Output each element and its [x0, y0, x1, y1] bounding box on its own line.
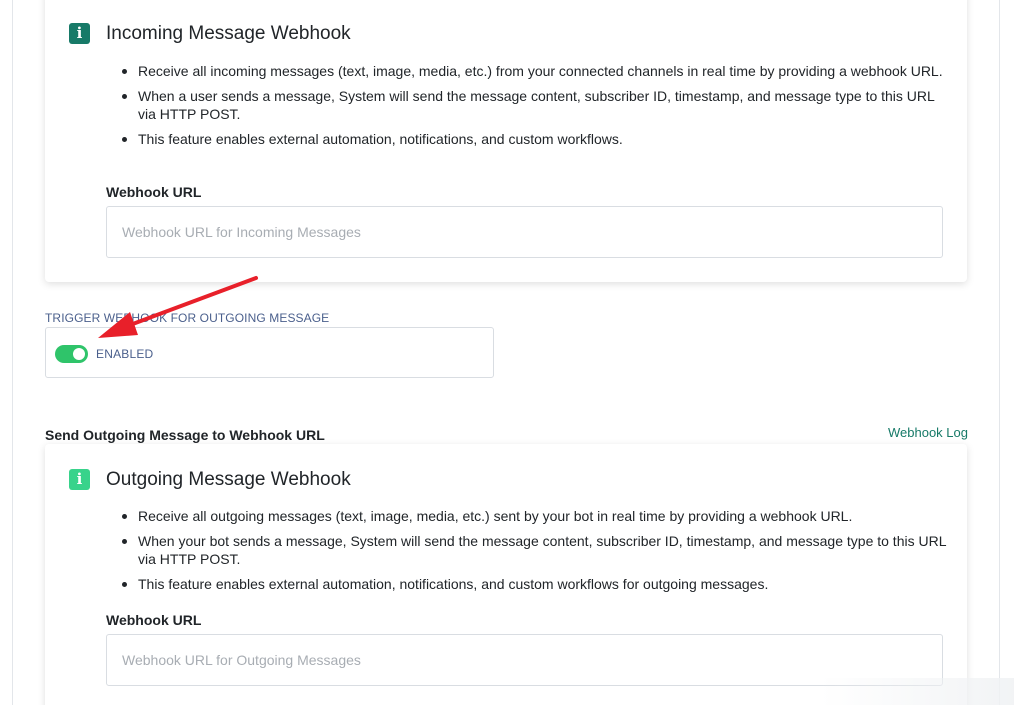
outgoing-webhook-card: i Outgoing Message Webhook Receive all o…: [45, 444, 967, 705]
card-title: Outgoing Message Webhook: [106, 469, 351, 490]
trigger-toggle-container: ENABLED: [45, 327, 494, 378]
incoming-webhook-url-input[interactable]: [106, 206, 943, 258]
outgoing-webhook-toggle[interactable]: [55, 345, 88, 363]
toggle-knob: [73, 348, 85, 360]
card-title: Incoming Message Webhook: [106, 23, 351, 44]
list-item: When your bot sends a message, System wi…: [122, 532, 948, 568]
webhook-log-link[interactable]: Webhook Log: [888, 425, 968, 440]
toggle-state-text: ENABLED: [96, 347, 154, 361]
corner-shadow: [820, 678, 1014, 705]
list-item: This feature enables external automation…: [122, 130, 948, 148]
list-item: Receive all incoming messages (text, ima…: [122, 62, 948, 80]
info-icon: i: [69, 469, 90, 490]
list-item: This feature enables external automation…: [122, 575, 948, 593]
webhook-url-label: Webhook URL: [106, 612, 202, 628]
incoming-webhook-card: i Incoming Message Webhook Receive all i…: [45, 0, 967, 282]
trigger-webhook-label: TRIGGER WEBHOOK FOR OUTGOING MESSAGE: [45, 311, 330, 325]
outgoing-webhook-url-input[interactable]: [106, 634, 943, 686]
info-bullets: Receive all outgoing messages (text, ima…: [122, 507, 948, 600]
info-icon: i: [69, 23, 90, 44]
page-border-left: [12, 0, 13, 705]
list-item: Receive all outgoing messages (text, ima…: [122, 507, 948, 525]
webhook-url-label: Webhook URL: [106, 184, 202, 200]
info-bullets: Receive all incoming messages (text, ima…: [122, 62, 948, 155]
list-item: When a user sends a message, System will…: [122, 87, 948, 123]
section-title: Send Outgoing Message to Webhook URL: [45, 427, 325, 443]
page-border-right: [999, 0, 1000, 705]
